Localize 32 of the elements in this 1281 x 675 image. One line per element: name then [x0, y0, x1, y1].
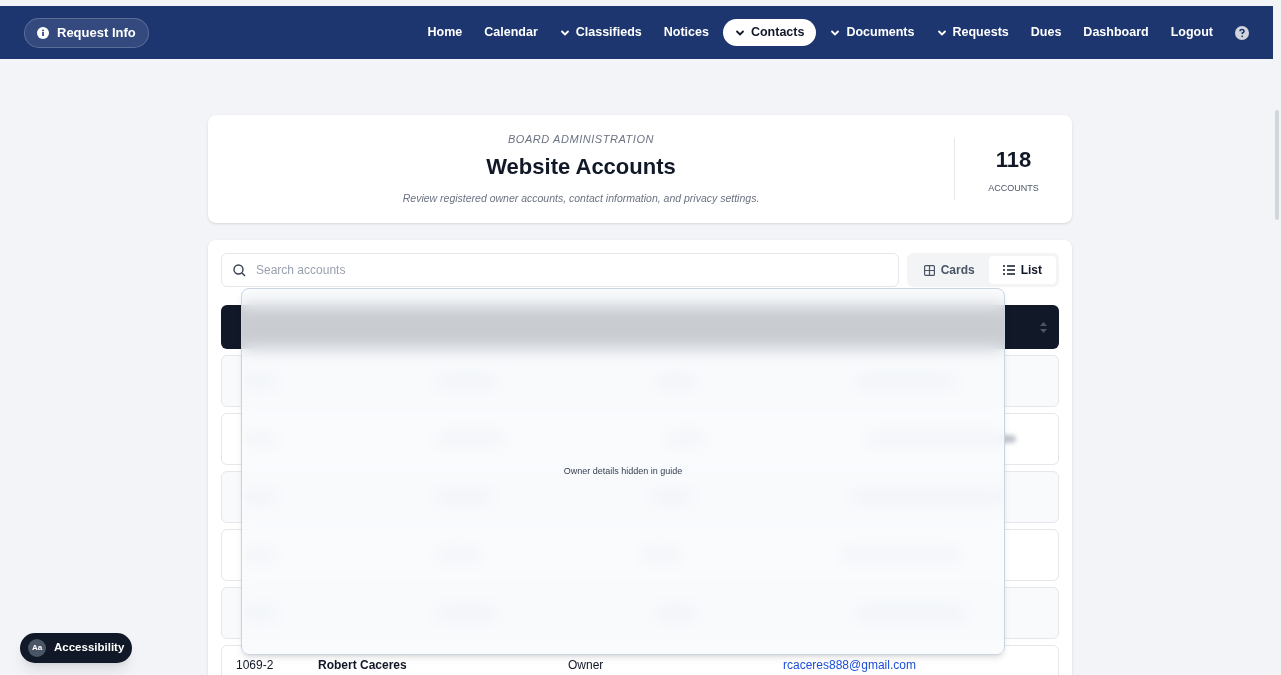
nav-link[interactable]: Classifieds [551, 19, 650, 46]
view-tab[interactable]: Cards [909, 256, 989, 284]
type-cell-text: Owner [568, 657, 605, 674]
nav-link[interactable]: Notices [655, 19, 717, 46]
unit-cell-text: 1069-2 [236, 657, 275, 674]
nav-link[interactable]: Calendar [476, 19, 546, 46]
nav-link[interactable]: Documents [822, 19, 923, 46]
overlay-message: Owner details hidden in guide [563, 464, 683, 478]
grid-icon [923, 264, 935, 276]
nav-link[interactable]: Dues [1022, 19, 1070, 46]
eyebrow-text: BOARD ADMINISTRATION [507, 132, 655, 148]
page-title: Website Accounts [486, 152, 676, 181]
nav-link[interactable]: Home [419, 19, 471, 46]
nav-link[interactable]: Dashboard [1075, 19, 1157, 46]
email-link[interactable]: rcaceres888@gmail.com [783, 656, 916, 674]
name-cell-text: Robert Caceres [318, 657, 408, 674]
account-count: 118 [995, 145, 1032, 174]
subtitle-text: Review registered owner accounts, contact information, and privacy settings. [402, 190, 760, 206]
info-icon [37, 26, 49, 39]
view-tab[interactable]: List [988, 256, 1056, 284]
help-icon[interactable] [1235, 25, 1249, 40]
sort-icon [1040, 321, 1047, 333]
list-icon [1002, 265, 1015, 275]
search-icon [233, 264, 246, 277]
nav-link[interactable]: Logout [1162, 19, 1221, 46]
request-info-button[interactable]: Request Info [24, 17, 149, 48]
search-field[interactable]: Search accounts [221, 253, 899, 287]
accessibility-button[interactable]: Aa Accessibility [20, 633, 133, 663]
text-size-icon: Aa [28, 639, 46, 657]
nav-link[interactable]: Requests [928, 19, 1017, 46]
count-label: ACCOUNTS [988, 181, 1039, 195]
nav-link[interactable]: Contacts [722, 19, 817, 46]
